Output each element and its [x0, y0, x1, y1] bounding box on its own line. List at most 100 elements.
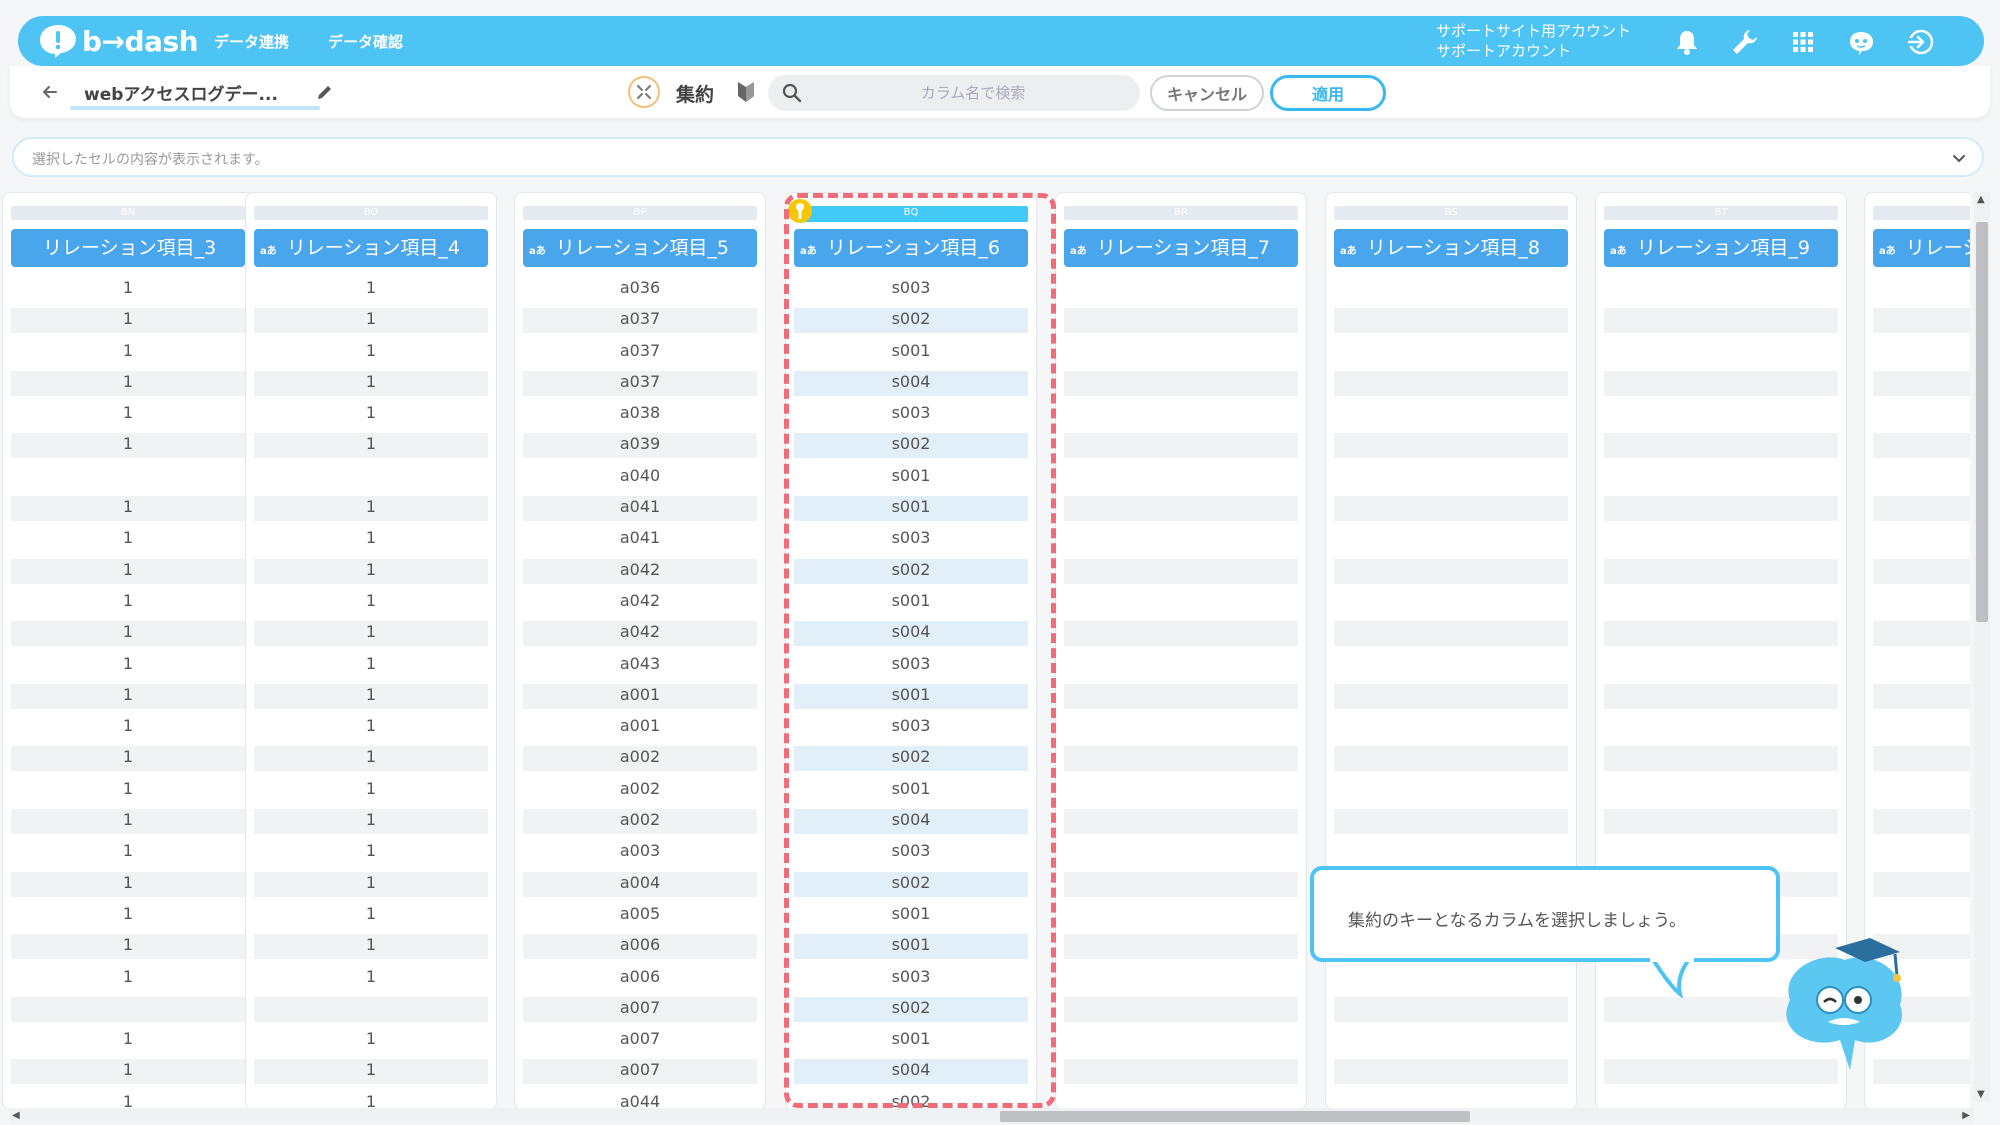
grid-cell[interactable] — [1056, 870, 1306, 901]
grid-cell[interactable] — [1056, 306, 1306, 337]
grid-cell[interactable]: a042 — [515, 619, 765, 650]
grid-cell[interactable]: 1 — [3, 338, 253, 369]
grid-cell[interactable]: 1 — [246, 713, 496, 744]
vertical-scroll-thumb[interactable] — [1976, 222, 1988, 622]
grid-cell[interactable] — [1865, 838, 1970, 869]
grid-cell[interactable]: 1 — [3, 776, 253, 807]
grid-cell[interactable]: 1 — [246, 557, 496, 588]
grid-cell[interactable]: s001 — [786, 1026, 1036, 1057]
grid-cell[interactable]: s001 — [786, 463, 1036, 494]
grid-cell[interactable] — [1326, 651, 1576, 682]
grid-cell[interactable] — [1596, 744, 1846, 775]
grid-cell[interactable]: 1 — [246, 1057, 496, 1088]
grid-cell[interactable]: s002 — [786, 306, 1036, 337]
grid-cell[interactable] — [1056, 807, 1306, 838]
grid-cell[interactable] — [1865, 275, 1970, 306]
grid-cell[interactable] — [246, 463, 496, 494]
column-header[interactable]: aあ リレーション項目_5 — [523, 229, 757, 267]
grid-cell[interactable]: s002 — [786, 870, 1036, 901]
grid-cell[interactable] — [1596, 494, 1846, 525]
grid-cell[interactable] — [1326, 1089, 1576, 1110]
grid-cell[interactable]: a043 — [515, 651, 765, 682]
help-mascot-icon[interactable] — [1846, 27, 1876, 57]
grid-cell[interactable] — [246, 995, 496, 1026]
grid-cell[interactable] — [1056, 494, 1306, 525]
grid-cell[interactable]: a042 — [515, 557, 765, 588]
grid-cell[interactable]: s001 — [786, 588, 1036, 619]
grid-cell[interactable] — [1596, 682, 1846, 713]
grid-cell[interactable] — [1056, 369, 1306, 400]
cell-content-bar[interactable]: 選択したセルの内容が表示されます。 — [12, 137, 1984, 177]
grid-cell[interactable] — [3, 995, 253, 1026]
grid-cell[interactable]: 1 — [3, 1026, 253, 1057]
grid-cell[interactable] — [1596, 275, 1846, 306]
grid-cell[interactable]: 1 — [3, 713, 253, 744]
column-header[interactable]: aあリレーション項目_10 — [1873, 229, 1970, 267]
grid-cell[interactable]: 1 — [246, 306, 496, 337]
grid-cell[interactable]: a007 — [515, 995, 765, 1026]
grid-cell[interactable]: s001 — [786, 901, 1036, 932]
grid-cell[interactable]: 1 — [246, 369, 496, 400]
grid-cell[interactable]: 1 — [3, 525, 253, 556]
grid-cell[interactable]: 1 — [246, 431, 496, 462]
grid-column-bs[interactable]: BS aあ リレーション項目_8 — [1325, 192, 1577, 1110]
grid-cell[interactable] — [1865, 1089, 1970, 1110]
grid-cell[interactable] — [1326, 807, 1576, 838]
grid-cell[interactable] — [1596, 369, 1846, 400]
grid-cell[interactable]: a006 — [515, 932, 765, 963]
grid-cell[interactable]: 1 — [246, 682, 496, 713]
grid-cell[interactable]: s001 — [786, 494, 1036, 525]
grid-cell[interactable]: 1 — [3, 588, 253, 619]
grid-cell[interactable]: a002 — [515, 744, 765, 775]
grid-cell[interactable] — [1326, 369, 1576, 400]
scroll-down-arrow-icon[interactable]: ▼ — [1977, 1089, 1985, 1100]
grid-cell[interactable] — [1326, 838, 1576, 869]
grid-cell[interactable]: 1 — [3, 964, 253, 995]
grid-cell[interactable] — [1326, 275, 1576, 306]
grid-cell[interactable] — [1056, 431, 1306, 462]
grid-cell[interactable] — [1326, 744, 1576, 775]
grid-cell[interactable]: 1 — [3, 431, 253, 462]
grid-column-bo[interactable]: BO aあ リレーション項目_4 1 1 1 1 1 1 1 1 1 1 1 1 1 1 1 1 1 1 1 1 1 1 1 1 1 — [245, 192, 497, 1110]
grid-cell[interactable] — [1326, 588, 1576, 619]
grid-cell[interactable] — [1596, 463, 1846, 494]
grid-cell[interactable] — [1326, 431, 1576, 462]
chevron-down-icon[interactable] — [1950, 149, 1968, 167]
grid-cell[interactable] — [1596, 431, 1846, 462]
grid-cell[interactable]: 1 — [246, 1026, 496, 1057]
grid-cell[interactable]: a005 — [515, 901, 765, 932]
cancel-button[interactable]: キャンセル — [1150, 75, 1264, 111]
grid-cell[interactable]: a042 — [515, 588, 765, 619]
grid-cell[interactable]: 1 — [246, 807, 496, 838]
grid-cell[interactable]: a039 — [515, 431, 765, 462]
grid-cell[interactable]: 1 — [3, 682, 253, 713]
grid-cell[interactable] — [1596, 338, 1846, 369]
column-header[interactable]: aあ リレーション項目_7 — [1064, 229, 1298, 267]
grid-column-br[interactable]: BR aあ リレーション項目_7 — [1055, 192, 1307, 1110]
grid-cell[interactable] — [1326, 1026, 1576, 1057]
grid-cell[interactable]: 1 — [3, 838, 253, 869]
grid-cell[interactable] — [1596, 651, 1846, 682]
grid-cell[interactable] — [1596, 776, 1846, 807]
grid-cell[interactable] — [1326, 682, 1576, 713]
grid-cell[interactable]: 1 — [246, 744, 496, 775]
grid-cell[interactable]: 1 — [3, 1057, 253, 1088]
grid-cell[interactable] — [1326, 494, 1576, 525]
grid-cell[interactable] — [1326, 995, 1576, 1026]
vertical-scrollbar[interactable]: ▲ ▼ — [1974, 192, 1990, 1102]
grid-cell[interactable] — [1865, 682, 1970, 713]
bdash-logo[interactable]: b→dash — [38, 23, 199, 59]
column-search-input[interactable] — [818, 75, 1128, 111]
grid-cell[interactable] — [1056, 275, 1306, 306]
grid-cell[interactable] — [1326, 463, 1576, 494]
grid-cell[interactable] — [1865, 306, 1970, 337]
grid-cell[interactable]: a037 — [515, 306, 765, 337]
grid-cell[interactable] — [1326, 964, 1576, 995]
grid-cell[interactable]: 1 — [3, 557, 253, 588]
horizontal-scroll-thumb[interactable] — [1000, 1111, 1470, 1122]
grid-cell[interactable]: a037 — [515, 338, 765, 369]
grid-cell[interactable]: 1 — [246, 776, 496, 807]
grid-cell[interactable] — [1596, 807, 1846, 838]
beginner-mark-icon[interactable] — [735, 79, 757, 105]
grid-cell[interactable]: 1 — [3, 369, 253, 400]
